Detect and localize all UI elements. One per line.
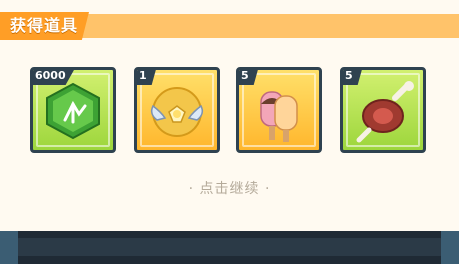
- frame-corner-left: [0, 231, 18, 264]
- bottom-frame-inner: [16, 238, 443, 256]
- reward-item-winged-gold-emblem[interactable]: 1: [134, 67, 220, 153]
- reward-item-roast-meat[interactable]: 5: [340, 67, 426, 153]
- frame-corner-right: [441, 231, 459, 264]
- reward-item-ice-pop[interactable]: 5: [236, 67, 322, 153]
- reward-item-green-crystal[interactable]: 6000: [30, 67, 116, 153]
- reward-items: 6000 1 5 5: [0, 0, 459, 160]
- continue-hint[interactable]: · 点击继续 ·: [0, 178, 459, 198]
